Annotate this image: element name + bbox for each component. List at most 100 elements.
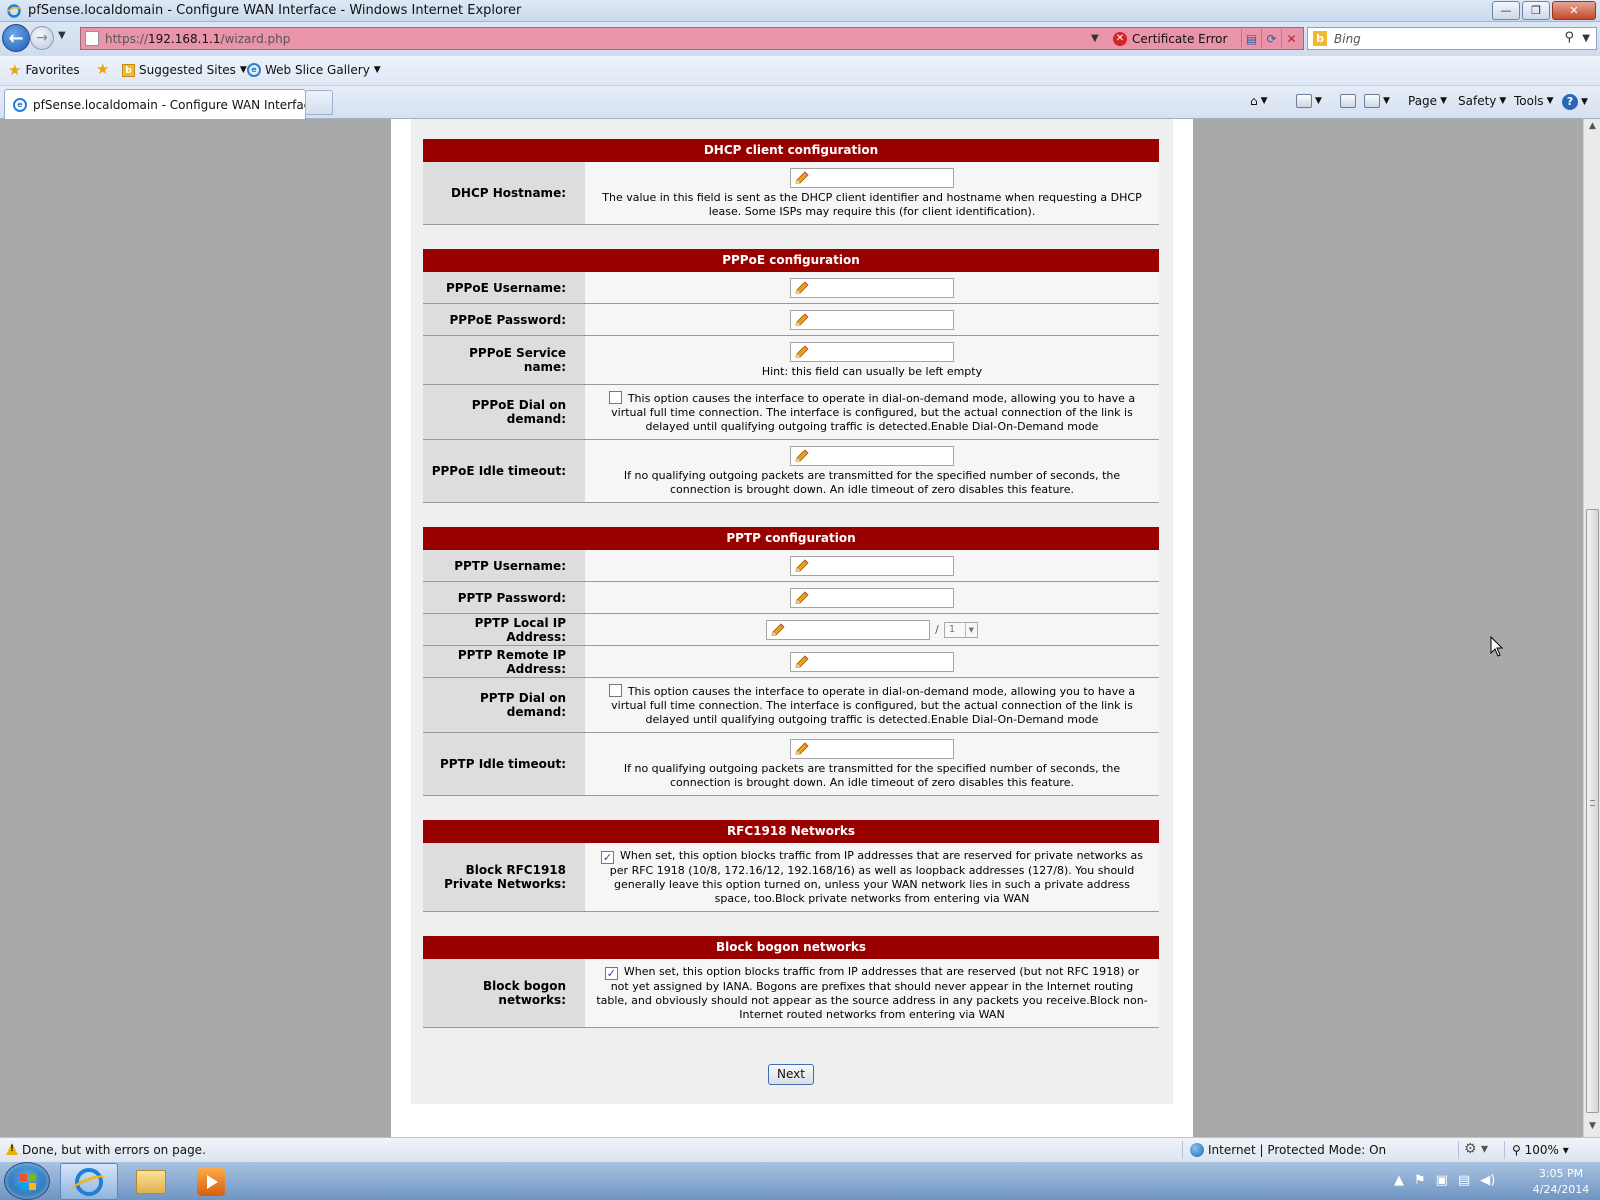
protected-mode-settings-icon[interactable]: ⚙ ▾ xyxy=(1464,1141,1488,1157)
pppoe-username-input[interactable] xyxy=(790,278,954,298)
security-zone[interactable]: Internet | Protected Mode: On xyxy=(1208,1143,1386,1157)
network-icon[interactable]: ▤ xyxy=(1458,1173,1470,1188)
block-bogon-networks-checkbox[interactable]: ✓ xyxy=(604,967,618,980)
taskbar-windows-explorer[interactable] xyxy=(122,1163,180,1200)
print-button[interactable]: ▼ xyxy=(1364,94,1390,108)
pptp-remote-ip-address-input[interactable] xyxy=(790,652,954,672)
pptp-password-input[interactable] xyxy=(790,588,954,608)
add-to-favorites-button[interactable]: ★ xyxy=(96,62,109,77)
block-rfc1918-private-networks-checkbox[interactable]: ✓ xyxy=(601,851,615,864)
compatibility-view-icon[interactable]: ▤ xyxy=(1241,29,1261,48)
pptp-dial-on-demand-checkbox[interactable] xyxy=(608,684,622,697)
page-menu[interactable]: Page ▼ xyxy=(1408,94,1447,108)
taskbar: ▲ ⚑ ▣ ▤ ◀) 3:05 PM 4/24/2014 xyxy=(0,1161,1600,1200)
page-icon xyxy=(85,31,99,46)
windows-logo-icon xyxy=(20,1174,36,1190)
pptp-username-input[interactable] xyxy=(790,556,954,576)
window-title-bar: pfSense.localdomain - Configure WAN Inte… xyxy=(0,0,1600,22)
globe-icon xyxy=(1190,1143,1204,1157)
pppoe-service-name-label: PPPoE Service name: xyxy=(423,336,585,384)
address-url[interactable]: https://192.168.1.1/wizard.php xyxy=(105,32,290,46)
dhcp-hostname-description: The value in this field is sent as the D… xyxy=(602,191,1142,218)
block-bogon-networks-description: When set, this option blocks traffic fro… xyxy=(596,965,1148,1021)
ie-logo-icon xyxy=(6,4,22,18)
web-slice-gallery-button[interactable]: e Web Slice Gallery ▼ xyxy=(247,63,381,77)
search-box[interactable]: b Bing ⚲ ▼ xyxy=(1307,27,1597,50)
tab-row: e pfSense.localdomain - Configure WAN In… xyxy=(0,86,1600,119)
back-button[interactable]: ← xyxy=(2,24,30,52)
dhcp-hostname-input[interactable] xyxy=(790,168,954,188)
home-button[interactable]: ⌂ ▼ xyxy=(1250,94,1268,108)
tools-menu[interactable]: Tools ▼ xyxy=(1514,94,1553,108)
pppoe-idle-timeout-description: If no qualifying outgoing packets are tr… xyxy=(623,469,1121,496)
suggested-sites-button[interactable]: b Suggested Sites ▼ xyxy=(122,63,247,77)
certificate-error-icon[interactable]: ✕ xyxy=(1113,32,1127,46)
feeds-button[interactable]: ▼ xyxy=(1296,94,1322,108)
window-controls: — ❐ ✕ xyxy=(1492,1,1596,20)
chevron-down-icon: ▼ xyxy=(1315,96,1322,106)
scroll-up-icon[interactable]: ▲ xyxy=(1584,121,1600,135)
system-clock[interactable]: 3:05 PM 4/24/2014 xyxy=(1527,1166,1595,1198)
zoom-level[interactable]: ⚲ 100% ▾ xyxy=(1512,1143,1569,1157)
mouse-cursor-icon xyxy=(1490,636,1504,657)
history-dropdown-icon[interactable]: ▼ xyxy=(58,30,66,41)
taskbar-internet-explorer[interactable] xyxy=(60,1163,118,1200)
form-row-block-rfc1918-private-networks: Block RFC1918 Private Networks: ✓ When set… xyxy=(423,843,1159,912)
forward-button[interactable]: → xyxy=(30,26,54,50)
stop-icon[interactable]: ✕ xyxy=(1281,29,1301,48)
refresh-icon[interactable]: ⟳ xyxy=(1261,29,1281,48)
new-tab-button[interactable] xyxy=(305,90,333,115)
taskbar-media-player[interactable] xyxy=(182,1163,240,1200)
status-text[interactable]: Done, but with errors on page. xyxy=(22,1143,206,1157)
chevron-down-icon: ▼ xyxy=(1383,96,1390,106)
pencil-icon xyxy=(795,591,809,604)
help-menu[interactable]: ? ▼ xyxy=(1562,94,1588,110)
form-row-pppoe-idle-timeout: PPPoE Idle timeout: If no qualifying outg… xyxy=(423,440,1159,503)
form-row-pppoe-username: PPPoE Username: xyxy=(423,272,1159,304)
pppoe-service-name-input[interactable] xyxy=(790,342,954,362)
window-title: pfSense.localdomain - Configure WAN Inte… xyxy=(28,3,522,18)
safety-menu[interactable]: Safety ▼ xyxy=(1458,94,1506,108)
vertical-scrollbar[interactable]: ▲ ▼ xyxy=(1583,119,1600,1137)
pptp-password-label: PPTP Password: xyxy=(423,582,585,613)
close-window-button[interactable]: ✕ xyxy=(1552,1,1596,20)
star-icon: ★ xyxy=(8,61,22,79)
start-button[interactable] xyxy=(4,1162,50,1200)
address-dropdown-icon[interactable]: ▼ xyxy=(1091,33,1099,44)
pptp-local-ip-address-subnet-select[interactable]: 1 ▼ xyxy=(943,622,978,638)
search-dropdown-icon[interactable]: ▼ xyxy=(1582,33,1590,44)
tab-active[interactable]: e pfSense.localdomain - Configure WAN In… xyxy=(4,89,318,119)
pppoe-password-input[interactable] xyxy=(790,310,954,330)
section-header-pptp-configuration: PPTP configuration xyxy=(423,527,1159,550)
pencil-icon xyxy=(795,345,809,358)
pptp-local-ip-address-input[interactable] xyxy=(766,620,931,640)
read-mail-button[interactable] xyxy=(1340,94,1356,108)
chevron-down-icon: ▼ xyxy=(239,65,247,75)
favorites-button[interactable]: ★ Favorites xyxy=(8,61,80,79)
device-icon[interactable]: ▣ xyxy=(1436,1173,1448,1188)
next-button[interactable]: Next xyxy=(768,1064,814,1085)
volume-icon[interactable]: ◀) xyxy=(1480,1173,1495,1188)
pptp-username-label: PPTP Username: xyxy=(423,550,585,581)
scrollbar-thumb[interactable] xyxy=(1586,509,1599,1113)
printer-icon xyxy=(1364,94,1380,108)
pppoe-password-label: PPPoE Password: xyxy=(423,304,585,335)
restore-button[interactable]: ❐ xyxy=(1522,1,1550,20)
action-center-flag-icon[interactable]: ⚑ xyxy=(1414,1173,1426,1188)
pencil-icon xyxy=(795,449,809,462)
section-header-dhcp-client-configuration: DHCP client configuration xyxy=(423,139,1159,162)
search-icon[interactable]: ⚲ xyxy=(1564,30,1574,45)
show-hidden-icons-icon[interactable]: ▲ xyxy=(1394,1173,1404,1188)
pppoe-idle-timeout-input[interactable] xyxy=(790,446,954,466)
form-row-pptp-password: PPTP Password: xyxy=(423,582,1159,614)
scroll-down-icon[interactable]: ▼ xyxy=(1584,1121,1600,1135)
pptp-idle-timeout-input[interactable] xyxy=(790,739,954,759)
pppoe-dial-on-demand-checkbox[interactable] xyxy=(608,391,622,404)
pptp-dial-on-demand-description: This option causes the interface to oper… xyxy=(611,685,1136,726)
certificate-error-button[interactable]: Certificate Error xyxy=(1132,32,1227,46)
address-bar[interactable]: https://192.168.1.1/wizard.php ▼ ✕ Certi… xyxy=(80,27,1304,50)
pppoe-dial-on-demand-description: This option causes the interface to oper… xyxy=(611,392,1136,433)
minimize-button[interactable]: — xyxy=(1492,1,1520,20)
block-bogon-networks-label: Block bogon networks: xyxy=(423,959,585,1027)
pptp-dial-on-demand-label: PPTP Dial on demand: xyxy=(423,678,585,732)
